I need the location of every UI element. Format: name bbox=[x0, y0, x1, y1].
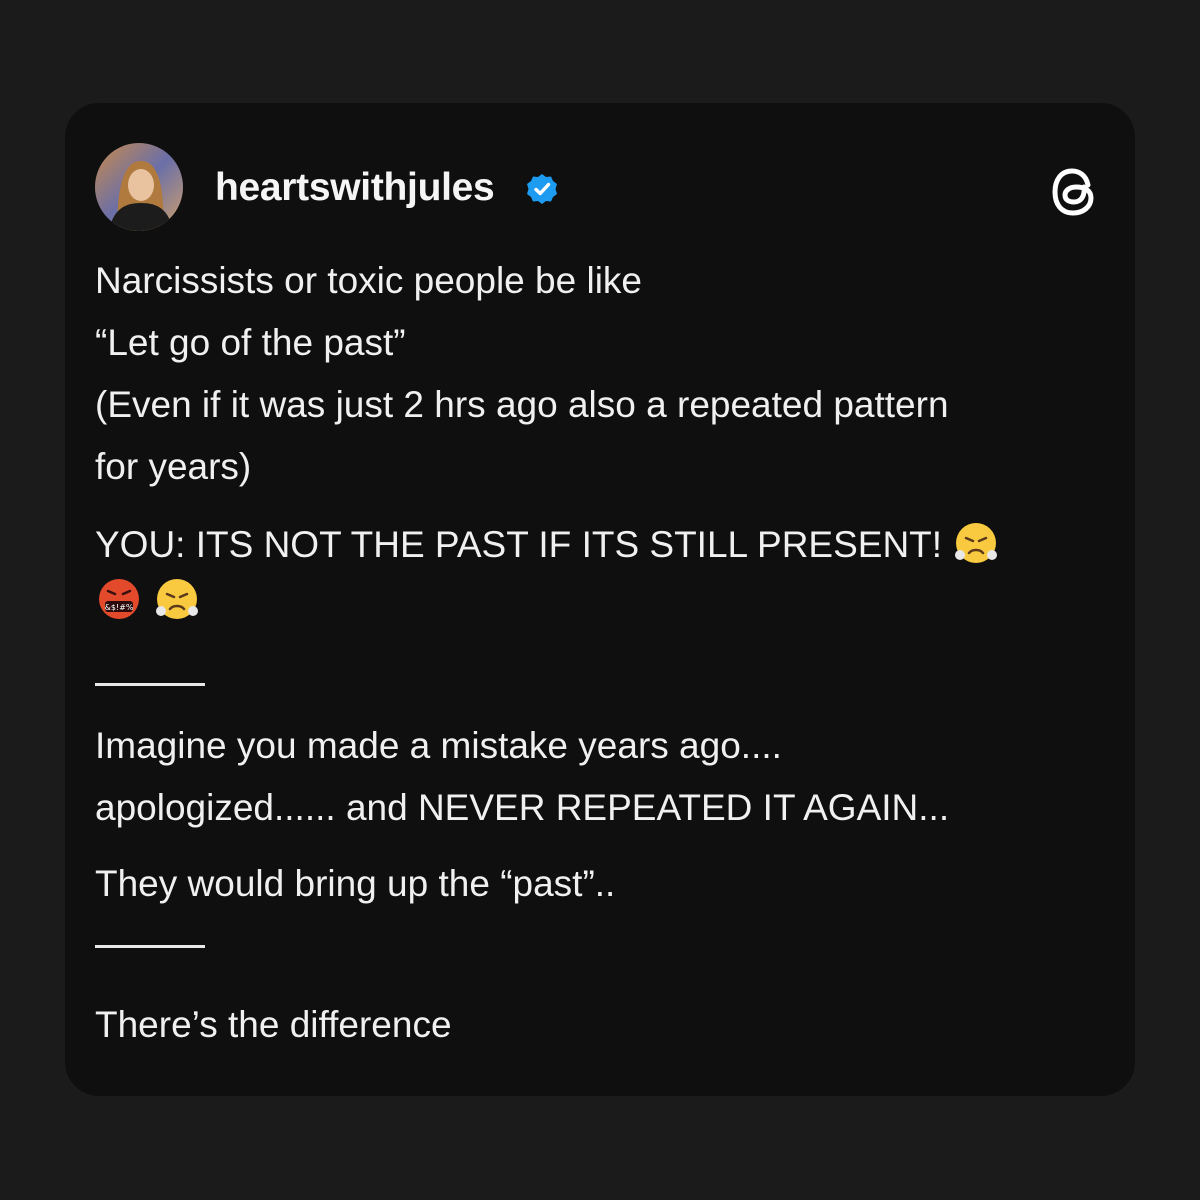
post-text-line: apologized...... and NEVER REPEATED IT A… bbox=[95, 787, 950, 828]
post-text-line: (Even if it was just 2 hrs ago also a re… bbox=[95, 384, 949, 425]
face-with-steam-icon bbox=[955, 523, 998, 564]
post-emoji-line: &$!#% bbox=[95, 570, 1105, 632]
post-text-line: They would bring up the “past”.. bbox=[95, 863, 616, 904]
post-shout-line: YOU: ITS NOT THE PAST IF ITS STILL PRESE… bbox=[95, 514, 1105, 576]
post-text-line: for years) bbox=[95, 446, 252, 487]
divider bbox=[95, 683, 205, 686]
post-text-line: “Let go of the past” bbox=[95, 322, 406, 363]
shout-text: YOU: ITS NOT THE PAST IF ITS STILL PRESE… bbox=[95, 524, 943, 565]
avatar[interactable] bbox=[95, 143, 183, 231]
post-text-line: Imagine you made a mistake years ago.... bbox=[95, 725, 782, 766]
face-with-symbols-icon: &$!#% bbox=[99, 579, 139, 620]
username[interactable]: heartswithjules bbox=[215, 165, 495, 211]
post-text-line: Narcissists or toxic people be like bbox=[95, 260, 642, 301]
post-card: heartswithjules Narcissists or toxic peo… bbox=[65, 103, 1135, 1096]
post-closing-line: There’s the difference bbox=[95, 1004, 452, 1045]
threads-logo-icon[interactable] bbox=[1050, 165, 1100, 219]
svg-text:&$!#%: &$!#% bbox=[105, 603, 134, 612]
face-with-steam-icon bbox=[156, 579, 199, 620]
divider bbox=[95, 945, 205, 948]
verified-badge-icon bbox=[527, 174, 557, 204]
